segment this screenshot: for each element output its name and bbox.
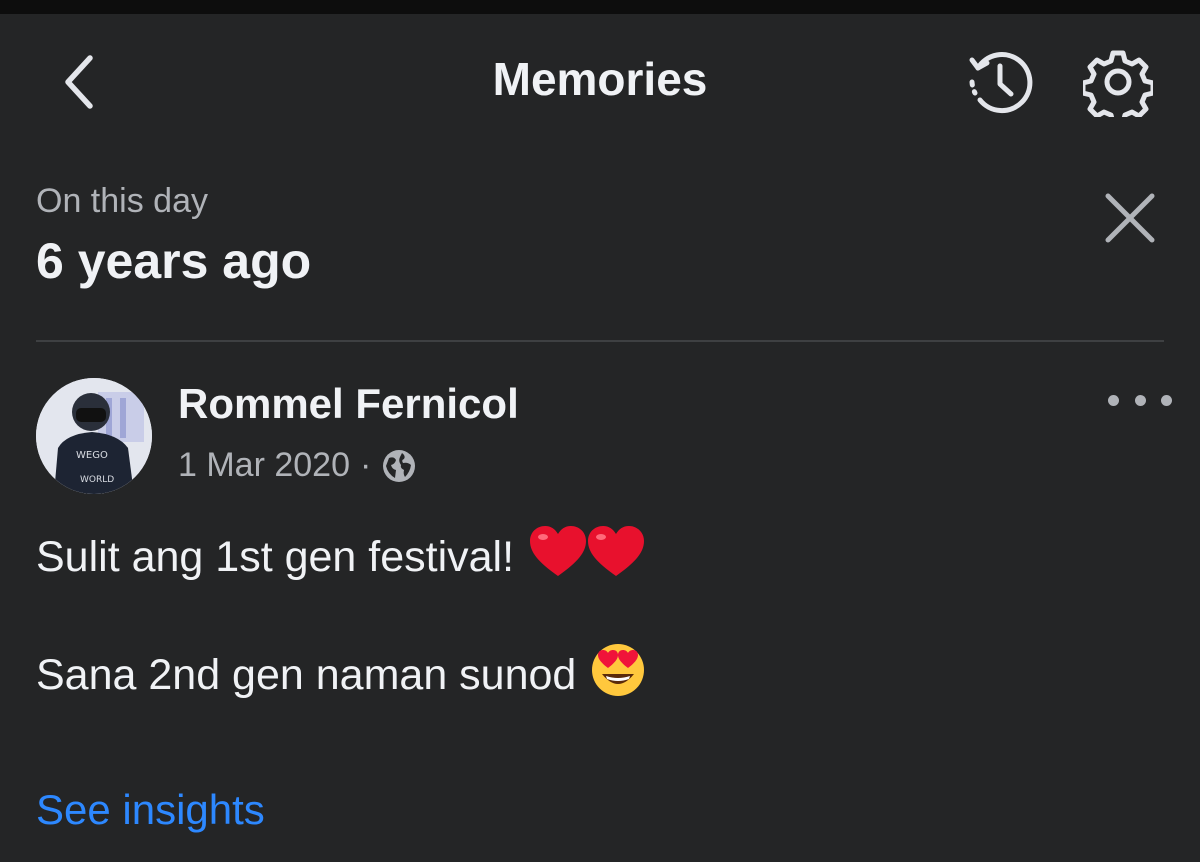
svg-text:WEGO: WEGO bbox=[76, 450, 108, 461]
more-dot bbox=[1161, 394, 1172, 406]
history-button[interactable] bbox=[960, 42, 1040, 122]
see-insights-link[interactable]: See insights bbox=[36, 786, 265, 834]
gear-icon bbox=[1083, 50, 1153, 117]
red-heart-emoji bbox=[530, 526, 645, 576]
heart-eyes-emoji-wrap bbox=[590, 642, 646, 709]
divider bbox=[36, 340, 1164, 342]
meta-separator: · bbox=[360, 446, 372, 484]
close-icon bbox=[1105, 193, 1155, 243]
more-options-button[interactable] bbox=[1108, 384, 1172, 416]
post-author[interactable]: Rommel Fernicol bbox=[178, 380, 519, 428]
close-button[interactable] bbox=[1098, 186, 1162, 250]
history-icon bbox=[969, 52, 1033, 114]
svg-text:WORLD: WORLD bbox=[80, 475, 114, 485]
post-text-line-2: Sana 2nd gen naman sunod bbox=[36, 642, 646, 709]
red-heart-emoji-pair bbox=[528, 524, 646, 591]
globe-icon bbox=[383, 449, 416, 482]
post-text: Sana 2nd gen naman sunod bbox=[36, 651, 577, 699]
more-dot bbox=[1134, 394, 1146, 406]
post-meta: 1 Mar 2020 · bbox=[178, 446, 417, 485]
post-text: Sulit ang 1st gen festival! bbox=[36, 533, 515, 581]
post-date[interactable]: 1 Mar 2020 bbox=[178, 446, 350, 485]
avatar[interactable]: WEGO WORLD bbox=[36, 378, 152, 494]
settings-button[interactable] bbox=[1078, 42, 1158, 122]
heart-eyes-emoji bbox=[592, 644, 645, 696]
status-bar-strip bbox=[0, 0, 1200, 14]
years-ago-heading: 6 years ago bbox=[36, 233, 312, 289]
app-header: Memories bbox=[0, 14, 1200, 144]
post-text-line-1: Sulit ang 1st gen festival! bbox=[36, 524, 646, 591]
on-this-day-label: On this day bbox=[36, 182, 208, 220]
more-dot bbox=[1108, 394, 1119, 406]
profile-photo: WEGO WORLD bbox=[36, 378, 152, 494]
